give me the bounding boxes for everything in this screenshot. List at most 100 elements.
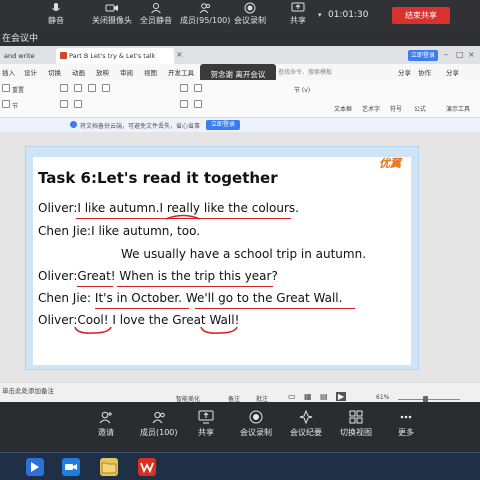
close-window-icon[interactable]: × xyxy=(468,50,475,59)
notice-text: 将文档备份云端，可避免文件丢失，省心省事 xyxy=(80,123,201,130)
arrow-app-icon xyxy=(31,462,39,472)
wps-logo-icon xyxy=(140,462,154,474)
pen-underline xyxy=(195,308,355,309)
taskbar-meeting-icon[interactable] xyxy=(62,458,80,476)
notice-login-button[interactable]: 立即登录 xyxy=(206,120,240,130)
play-slideshow-icon[interactable]: ▶ xyxy=(336,392,347,401)
mute-all-label: 全员静音 xyxy=(140,16,172,25)
strikethrough-icon[interactable] xyxy=(102,84,110,92)
members-button[interactable]: 成员(95/100) xyxy=(180,2,230,26)
dialogue-line: Chen Jie: It's in October. We'll go to t… xyxy=(38,291,343,305)
tab-document-2[interactable]: Part B Let's try & Let's talk xyxy=(56,48,174,64)
dialogue-line: Chen Jie:I like autumn, too. xyxy=(38,224,201,238)
font-color-icon[interactable] xyxy=(60,100,68,108)
section-icon[interactable] xyxy=(2,100,10,108)
normal-view-icon[interactable]: ▭ xyxy=(288,392,296,401)
members-label: 成员(95/100) xyxy=(180,16,231,25)
arrange-label[interactable]: 节 (v) xyxy=(294,85,310,94)
align-left-icon[interactable] xyxy=(180,100,188,108)
share-doc-button[interactable]: 分享 xyxy=(398,67,411,77)
zoom-level[interactable]: 61% xyxy=(376,394,389,401)
invite-button[interactable]: 邀请 xyxy=(98,410,114,438)
share-button[interactable]: 分享 xyxy=(446,67,459,77)
menu-slideshow[interactable]: 放映 xyxy=(96,67,109,77)
share-menu-button[interactable]: 共享 xyxy=(290,2,306,26)
close-tab-icon[interactable]: × xyxy=(176,50,183,59)
taskbar-app-icon[interactable] xyxy=(26,458,44,476)
ppt-icon xyxy=(60,52,67,59)
align-center-icon[interactable] xyxy=(194,100,202,108)
mute-all-icon xyxy=(151,3,161,14)
publisher-logo: 优翼 xyxy=(379,157,401,170)
members-panel-button[interactable]: 成员(100) xyxy=(140,410,178,438)
reading-view-icon[interactable]: ▤ xyxy=(320,392,328,401)
formula-label[interactable]: 公式 xyxy=(414,104,426,113)
mute-all-button[interactable]: 全员静音 xyxy=(140,2,172,26)
share-chevron-icon[interactable]: ▾ xyxy=(318,11,322,19)
record-label: 会议录制 xyxy=(240,428,272,437)
share-screen-button[interactable]: 共享 xyxy=(198,410,214,438)
end-share-button[interactable]: 结束共享 xyxy=(392,7,450,24)
wordart-label[interactable]: 艺术字 xyxy=(362,104,380,113)
meeting-bottom-bar: 邀请 成员(100) 共享 会议录制 会议纪要 切换视图 更多 xyxy=(0,402,480,452)
maximize-icon[interactable]: □ xyxy=(456,50,464,59)
ribbon-toolbar: 重置 节 节 (v) 文本框 艺术字 符号 公式 演示工具 xyxy=(0,80,480,118)
numbering-icon[interactable] xyxy=(194,84,202,92)
symbol-label[interactable]: 符号 xyxy=(390,104,402,113)
menu-insert[interactable]: 插入 xyxy=(2,67,15,77)
meeting-record-button[interactable]: 会议录制 xyxy=(240,410,272,438)
record-label: 会议录制 xyxy=(234,16,266,25)
slide-content: 优翼 Task 6:Let's read it together Oliver:… xyxy=(33,157,411,365)
collab-button[interactable]: 协作 xyxy=(418,67,431,77)
menu-review[interactable]: 审阅 xyxy=(120,67,133,77)
folder-icon xyxy=(101,462,117,474)
members-count-label: 成员(100) xyxy=(140,428,178,437)
camera-button[interactable]: 关闭摄像头 xyxy=(92,2,132,26)
zoom-slider[interactable] xyxy=(398,399,460,400)
video-camera-icon xyxy=(65,464,77,470)
bullets-icon[interactable] xyxy=(180,84,188,92)
share-screen-icon xyxy=(291,2,305,12)
command-search-input[interactable]: 查找命令、搜索模板 xyxy=(278,67,358,77)
info-icon xyxy=(70,121,77,128)
tab-label: Part B Let's try & Let's talk xyxy=(69,52,156,60)
slide-title: Task 6:Let's read it together xyxy=(38,169,278,187)
menu-design[interactable]: 设计 xyxy=(24,67,37,77)
slide[interactable]: 优翼 Task 6:Let's read it together Oliver:… xyxy=(25,146,419,370)
reset-icon[interactable] xyxy=(2,84,10,92)
minutes-label: 会议纪要 xyxy=(290,428,322,437)
mute-label: 静音 xyxy=(48,16,64,25)
menu-view[interactable]: 视图 xyxy=(144,67,157,77)
mute-button[interactable]: 静音 xyxy=(48,2,64,26)
minutes-icon xyxy=(299,410,313,424)
more-button[interactable]: 更多 xyxy=(398,410,414,438)
slide-canvas: 优翼 Task 6:Let's read it together Oliver:… xyxy=(0,132,480,382)
taskbar-wps-icon[interactable] xyxy=(138,458,156,476)
bold-icon[interactable] xyxy=(60,84,68,92)
meeting-status: 在会议中 xyxy=(0,32,480,46)
share-label: 共享 xyxy=(290,16,306,25)
minimize-icon[interactable]: – xyxy=(444,50,448,59)
menu-transition[interactable]: 切换 xyxy=(48,67,61,77)
switch-view-label: 切换视图 xyxy=(340,428,372,437)
notes-placeholder[interactable]: 单击此处添加备注 xyxy=(2,385,54,395)
textbox-label[interactable]: 文本框 xyxy=(334,104,352,113)
invite-label: 邀请 xyxy=(98,428,114,437)
login-button[interactable]: 立即登录 xyxy=(408,50,438,61)
underline-icon[interactable] xyxy=(88,84,96,92)
camera-label: 关闭摄像头 xyxy=(92,16,132,25)
presentation-tools-label[interactable]: 演示工具 xyxy=(446,104,470,113)
highlight-icon[interactable] xyxy=(74,100,82,108)
sorter-view-icon[interactable]: ▦ xyxy=(304,392,312,401)
meeting-minutes-button[interactable]: 会议纪要 xyxy=(290,410,322,438)
menu-developer[interactable]: 开发工具 xyxy=(168,67,194,77)
menu-animation[interactable]: 动画 xyxy=(72,67,85,77)
record-icon xyxy=(249,410,263,424)
switch-view-button[interactable]: 切换视图 xyxy=(340,410,372,438)
taskbar-folder-icon[interactable] xyxy=(100,458,118,476)
taskbar xyxy=(0,452,480,480)
tab-document-1[interactable]: and write xyxy=(0,48,39,64)
document-status-bar: 单击此处添加备注 智能美化 备注 批注 ▭ ▦ ▤ ▶ 61% xyxy=(0,382,480,403)
italic-icon[interactable] xyxy=(74,84,82,92)
record-button[interactable]: 会议录制 xyxy=(234,2,266,26)
